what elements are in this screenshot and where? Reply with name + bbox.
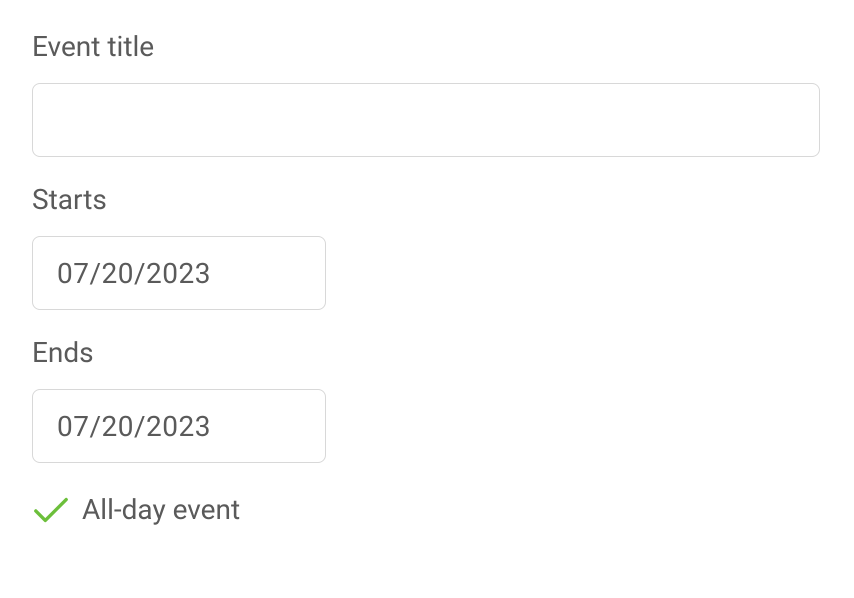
ends-date-input[interactable] bbox=[32, 389, 326, 463]
starts-date-input[interactable] bbox=[32, 236, 326, 310]
all-day-label: All-day event bbox=[82, 493, 240, 526]
all-day-checkbox-row[interactable]: All-day event bbox=[32, 493, 822, 526]
check-icon bbox=[32, 494, 70, 526]
event-title-label: Event title bbox=[32, 30, 822, 63]
starts-label: Starts bbox=[32, 183, 822, 216]
ends-label: Ends bbox=[32, 336, 822, 369]
event-title-input[interactable] bbox=[32, 83, 820, 157]
